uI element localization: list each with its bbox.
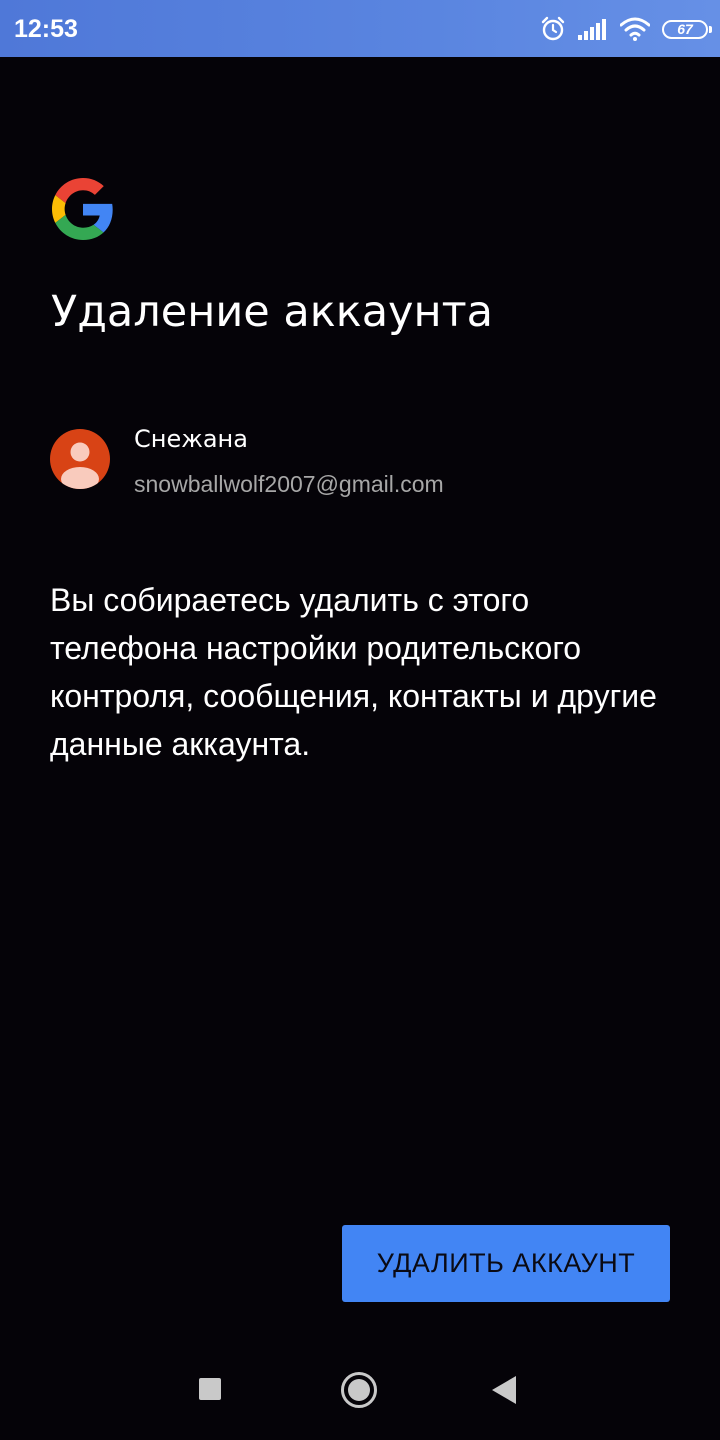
battery-icon: 67 [662,19,712,39]
avatar [50,429,110,489]
delete-account-button[interactable]: УДАЛИТЬ АККАУНТ [342,1225,670,1302]
recents-icon[interactable] [199,1378,221,1400]
wifi-icon [620,17,650,41]
alarm-icon [541,16,565,41]
account-name: Снежана [134,425,248,453]
status-icons: 67 [528,12,712,46]
delete-account-screen: 12:53 67 Удаление аккаунта Снежана snowb… [0,0,720,1440]
home-icon[interactable] [341,1372,377,1408]
signal-icon [578,19,606,40]
battery-level: 67 [677,21,693,37]
status-bar: 12:53 67 [0,0,720,57]
page-title: Удаление аккаунта [51,287,494,337]
account-email: snowballwolf2007@gmail.com [134,471,444,497]
google-logo [52,178,113,240]
person-icon [61,442,99,489]
back-icon[interactable] [492,1376,516,1404]
warning-message: Вы собираетесь удалить с этого телефона … [50,582,657,762]
delete-account-button-label: УДАЛИТЬ АККАУНТ [376,1248,636,1278]
status-time: 12:53 [14,15,78,43]
